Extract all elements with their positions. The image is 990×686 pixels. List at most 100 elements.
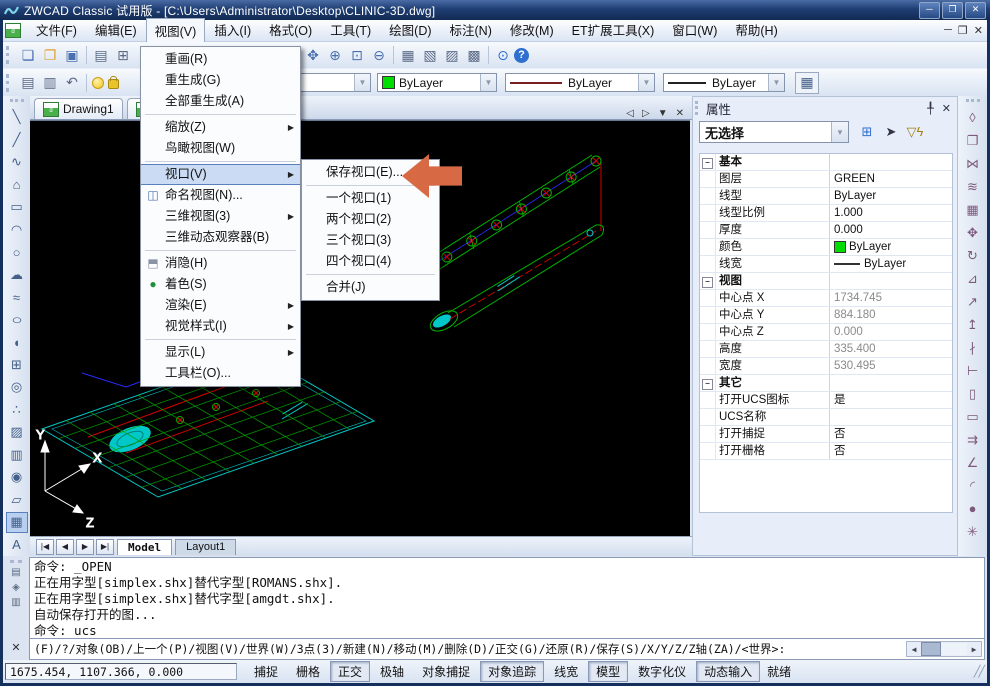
break-at-point-icon[interactable]: ▭	[962, 406, 984, 428]
erase-icon[interactable]: ◊	[962, 107, 984, 129]
property-row[interactable]: 打开UCS图标是	[700, 392, 952, 409]
layer-previous-icon[interactable]: ↶	[61, 73, 83, 93]
properties-palette-icon[interactable]: ▦	[397, 45, 419, 65]
tab-list-button[interactable]: ▼	[658, 108, 668, 119]
menubar-item[interactable]: 工具(T)	[321, 18, 380, 43]
collapse-icon[interactable]: −	[702, 158, 713, 169]
menubar-item[interactable]: 标注(N)	[441, 18, 501, 43]
chevron-down-icon[interactable]: ▼	[354, 74, 370, 91]
viewport-submenu-item-three-viewports[interactable]: 三个视口(3)	[302, 230, 439, 251]
toolpalettes-icon[interactable]: ▨	[441, 45, 463, 65]
cmdline-hide-icon[interactable]: ▥	[11, 597, 20, 608]
toolbar-grip[interactable]	[6, 46, 14, 64]
collapse-icon[interactable]: −	[702, 379, 713, 390]
command-prompt-row[interactable]: (F)/?/对象(OB)/上一个(P)/视图(V)/世界(W)/3点(3)/新建…	[30, 638, 984, 659]
menubar-item[interactable]: ET扩展工具(X)	[563, 18, 664, 43]
ellipse-icon[interactable]: ○	[6, 309, 28, 331]
scale-icon[interactable]: ⊿	[962, 268, 984, 290]
property-row[interactable]: 高度335.400	[700, 341, 952, 358]
property-value[interactable]: ByLayer	[830, 239, 952, 255]
status-toggle-极轴[interactable]: 极轴	[372, 661, 412, 682]
cmdline-anchor-icon[interactable]: ◈	[12, 582, 20, 593]
chevron-down-icon[interactable]: ▼	[831, 122, 848, 142]
mirror-icon[interactable]: ⋈	[962, 153, 984, 175]
point-icon[interactable]: ∴	[6, 399, 28, 421]
property-value[interactable]: 0.000	[830, 222, 952, 238]
property-row[interactable]: 宽度530.495	[700, 358, 952, 375]
tab-close-button[interactable]: ✕	[676, 108, 684, 119]
toolbar-grip[interactable]	[6, 74, 14, 92]
tab-model[interactable]: Model	[117, 539, 172, 555]
view-menu-item-hide[interactable]: ⬒消隐(H)	[141, 253, 300, 274]
view-menu-item-aerial-view[interactable]: 鸟瞰视图(W)	[141, 138, 300, 159]
property-row[interactable]: 颜色ByLayer	[700, 239, 952, 256]
property-group-header[interactable]: −视图	[700, 273, 952, 290]
property-value[interactable]: 884.180	[830, 307, 952, 323]
property-value[interactable]: 1734.745	[830, 290, 952, 306]
view-menu-item-toolbars[interactable]: 工具栏(O)...	[141, 363, 300, 384]
tablestyle-icon[interactable]: ▦	[795, 72, 819, 94]
copy-icon[interactable]: ❐	[962, 130, 984, 152]
status-toggle-数字化仪[interactable]: 数字化仪	[630, 661, 694, 682]
property-row[interactable]: 中心点 Y884.180	[700, 307, 952, 324]
polygon-icon[interactable]: ⌂	[6, 174, 28, 196]
property-value[interactable]: 是	[830, 392, 952, 408]
save-icon[interactable]: ▣	[61, 45, 83, 65]
property-value[interactable]: 1.000	[830, 205, 952, 221]
document-tab-drawing1[interactable]: d Drawing1	[34, 98, 123, 119]
circle-icon[interactable]: ○	[6, 242, 28, 264]
resize-grip[interactable]: ╱╱	[974, 665, 985, 678]
status-toggle-动态输入[interactable]: 动态输入	[696, 661, 760, 682]
layer-lock-icon[interactable]	[108, 79, 119, 89]
view-menu-item-regen-all[interactable]: 全部重生成(A)	[141, 91, 300, 112]
linetype-combo[interactable]: ByLayer ▼	[505, 73, 655, 92]
status-toggle-正交[interactable]: 正交	[330, 661, 370, 682]
selection-combo[interactable]: 无选择 ▼	[699, 121, 849, 143]
property-value[interactable]: 否	[830, 443, 952, 459]
property-value[interactable]: 否	[830, 426, 952, 442]
view-menu-item-viewports[interactable]: 视口(V)▶	[141, 164, 300, 185]
zoom-window-icon[interactable]: ⊡	[346, 45, 368, 65]
chamfer-icon[interactable]: ∠	[962, 452, 984, 474]
offset-icon[interactable]: ≋	[962, 176, 984, 198]
polyline-icon[interactable]: ∿	[6, 152, 28, 174]
scroll-right-icon[interactable]: ▶	[967, 645, 981, 654]
property-row[interactable]: 图层GREEN	[700, 171, 952, 188]
last-tab-button[interactable]: ▶|	[96, 539, 114, 555]
property-row[interactable]: 线型比例1.000	[700, 205, 952, 222]
layer-properties-icon[interactable]: ▤	[17, 73, 39, 93]
select-objects-icon[interactable]: ➤	[879, 121, 903, 143]
status-toggle-对象追踪[interactable]: 对象追踪	[480, 661, 544, 682]
ellipse-arc-icon[interactable]: ◖	[6, 332, 28, 354]
gradient-icon[interactable]: ▥	[6, 444, 28, 466]
mdi-close-button[interactable]: ✕	[974, 24, 983, 37]
minimize-button[interactable]: ─	[919, 2, 940, 19]
status-toggle-对象捕捉[interactable]: 对象捕捉	[414, 661, 478, 682]
view-menu-item-visual-styles[interactable]: 视觉样式(I)▶	[141, 316, 300, 337]
view-menu-item-3d-orbit[interactable]: 三维动态观察器(B)	[141, 227, 300, 248]
view-menu-item-3d-views[interactable]: 三维视图(3)▶	[141, 206, 300, 227]
chevron-down-icon[interactable]: ▼	[768, 74, 784, 91]
rectangle-icon[interactable]: ▭	[6, 197, 28, 219]
view-menu-item-shade[interactable]: ●着色(S)	[141, 274, 300, 295]
collapse-icon[interactable]: −	[702, 277, 713, 288]
join-icon[interactable]: ⇉	[962, 429, 984, 451]
fillet-icon[interactable]: ◜	[962, 475, 984, 497]
property-value[interactable]	[830, 409, 952, 425]
command-close-icon[interactable]: ✕	[11, 641, 20, 654]
construction-line-icon[interactable]: ╱	[6, 129, 28, 151]
print-preview-icon[interactable]: ⊞	[112, 45, 134, 65]
pin-icon[interactable]: ╀	[927, 102, 934, 115]
property-row[interactable]: 线型ByLayer	[700, 188, 952, 205]
table-icon[interactable]: ▦	[6, 512, 28, 534]
prompt-scrollbar[interactable]: ◀ ▶	[906, 641, 982, 657]
revision-cloud-icon[interactable]: ☁	[6, 264, 28, 286]
arc-icon[interactable]: ◠	[6, 219, 28, 241]
quickcalc-icon[interactable]: ▩	[463, 45, 485, 65]
find-icon[interactable]: ⊙	[492, 45, 514, 65]
property-row[interactable]: 中心点 X1734.745	[700, 290, 952, 307]
property-row[interactable]: UCS名称	[700, 409, 952, 426]
mdi-restore-button[interactable]: ❐	[958, 24, 968, 37]
layer-on-off-icon[interactable]	[92, 77, 104, 89]
zoom-realtime-icon[interactable]: ⊕	[324, 45, 346, 65]
